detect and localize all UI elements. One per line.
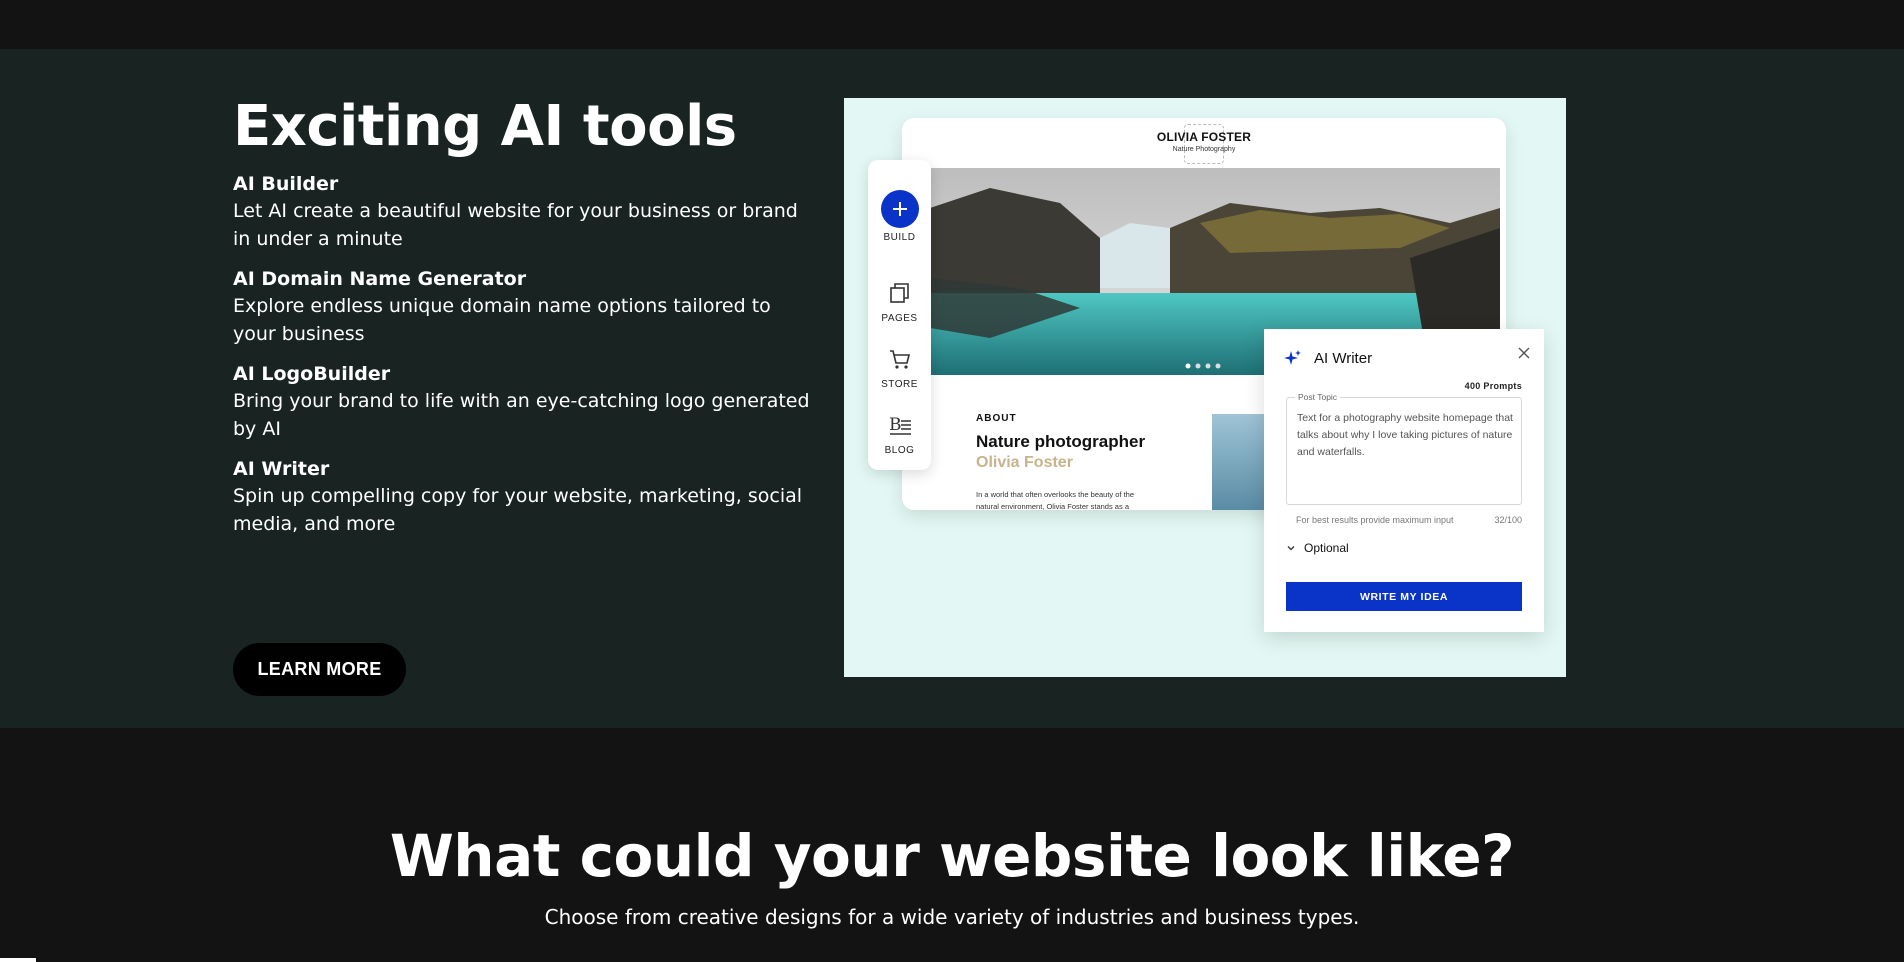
section-subtitle: Choose from creative designs for a wide … [544, 905, 1360, 929]
logo-name: OLIVIA FOSTER [1156, 130, 1252, 144]
svg-text:B: B [889, 415, 902, 435]
tool-label: BUILD [883, 232, 916, 243]
write-my-idea-button[interactable]: WRITE MY IDEA [1286, 582, 1522, 611]
post-topic-label: Post Topic [1295, 392, 1341, 402]
builder-toolbar: BUILD PAGES STORE B BLOG [868, 160, 931, 470]
section-title: What could your website look like? [389, 822, 1515, 890]
feature-description: Explore endless unique domain name optio… [233, 295, 771, 346]
optional-label: Optional [1304, 541, 1349, 555]
feature-description: Bring your brand to life with an eye-cat… [233, 390, 810, 441]
feature-list: AI Builder Let AI create a beautiful web… [233, 171, 813, 538]
ai-writer-panel: AI Writer 400 Prompts Post Topic Text fo… [1264, 329, 1544, 632]
about-photo [1212, 414, 1272, 510]
logo-tagline: Nature Photography [1172, 146, 1236, 153]
about-label: ABOUT [976, 413, 1017, 424]
tool-label: STORE [881, 379, 918, 390]
ai-tools-section: Exciting AI tools AI Builder Let AI crea… [0, 49, 1904, 728]
tool-blog[interactable]: B BLOG [868, 413, 931, 456]
tool-label: BLOG [884, 445, 915, 456]
prompts-count: 400 Prompts [1464, 381, 1522, 391]
character-count: 32/100 [1494, 515, 1522, 525]
tool-label: PAGES [881, 313, 918, 324]
feature-description: Spin up compelling copy for your website… [233, 485, 803, 536]
blog-icon: B [889, 415, 911, 435]
section-title: Exciting AI tools [233, 94, 737, 159]
ai-tools-intro: Exciting AI tools AI Builder Let AI crea… [233, 94, 813, 696]
ai-writer-header: AI Writer [1284, 349, 1372, 367]
top-bar [0, 0, 1904, 49]
tool-build[interactable]: BUILD [868, 190, 931, 243]
learn-more-button[interactable]: LEARN MORE [233, 643, 406, 696]
about-body: In a world that often overlooks the beau… [976, 490, 1135, 510]
feature-ai-writer: AI Writer Spin up compelling copy for yo… [233, 456, 813, 538]
ai-writer-title: AI Writer [1314, 349, 1373, 367]
tool-pages[interactable]: PAGES [868, 281, 931, 324]
plus-icon [880, 190, 919, 228]
input-hint: For best results provide maximum input [1296, 515, 1454, 525]
post-topic-text: Text for a photography website homepage … [1297, 412, 1513, 458]
about-name: Olivia Foster [976, 454, 1073, 471]
feature-ai-logobuilder: AI LogoBuilder Bring your brand to life … [233, 361, 813, 443]
tool-store[interactable]: STORE [868, 347, 931, 390]
sparkle-icon [1284, 350, 1301, 365]
chevron-down-icon [1287, 546, 1295, 551]
feature-ai-builder: AI Builder Let AI create a beautiful web… [233, 171, 813, 253]
feature-name: AI Domain Name Generator [233, 268, 527, 291]
about-title: Nature photographer [976, 432, 1146, 451]
product-mockup: OLIVIA FOSTER Nature Photography ABOUT N… [844, 98, 1566, 677]
feature-name: AI Builder [233, 173, 339, 196]
optional-toggle[interactable]: Optional [1286, 541, 1349, 555]
pages-icon [889, 283, 909, 303]
feature-description: Let AI create a beautiful website for yo… [233, 200, 798, 251]
cart-icon [889, 350, 910, 369]
feature-name: AI LogoBuilder [233, 363, 391, 386]
close-icon[interactable] [1516, 345, 1532, 361]
post-topic-field[interactable]: Post Topic Text for a photography websit… [1286, 392, 1522, 505]
feature-name: AI Writer [233, 458, 330, 481]
corner-mark [0, 958, 36, 962]
feature-ai-domain-generator: AI Domain Name Generator Explore endless… [233, 266, 813, 348]
